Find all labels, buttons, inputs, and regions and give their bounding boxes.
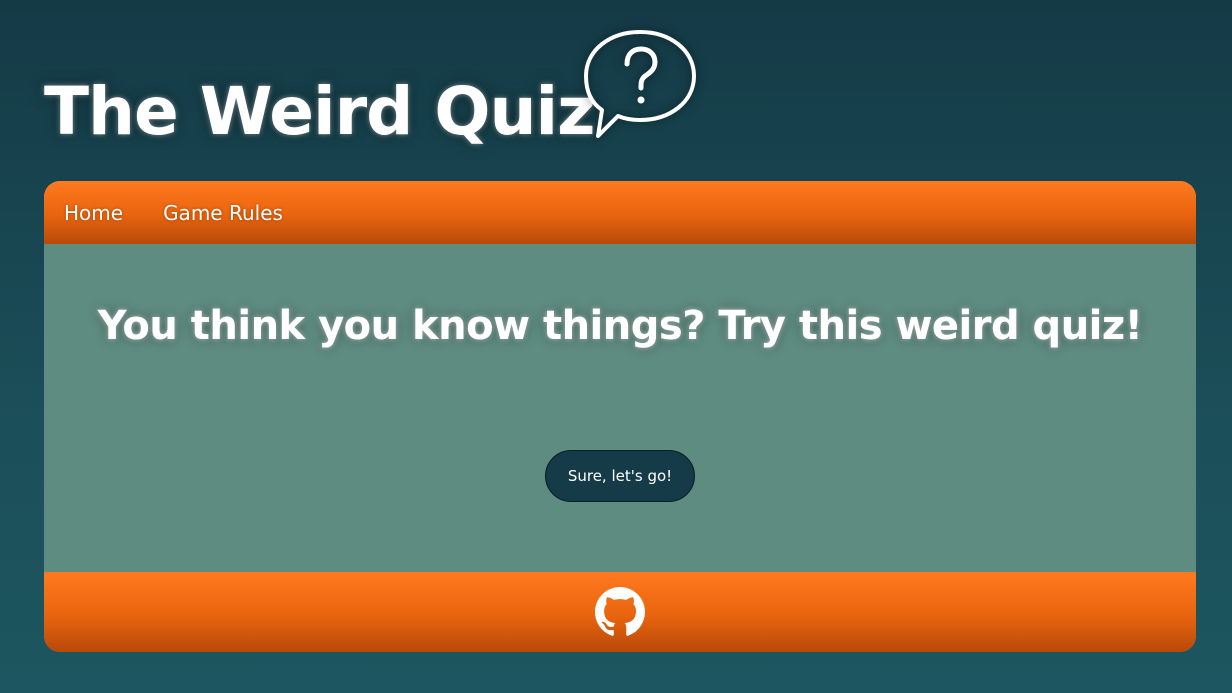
nav-home-link[interactable]: Home xyxy=(64,201,123,225)
site-header: The Weird Quiz xyxy=(44,22,764,162)
nav-game-rules-link[interactable]: Game Rules xyxy=(163,201,283,225)
site-title: The Weird Quiz xyxy=(44,73,595,150)
start-quiz-button[interactable]: Sure, let's go! xyxy=(545,450,695,502)
hero-heading: You think you know things? Try this weir… xyxy=(97,303,1143,349)
site-footer xyxy=(44,572,1196,652)
github-icon xyxy=(595,587,645,636)
main-nav: Home Game Rules xyxy=(44,181,1196,244)
main-content: You think you know things? Try this weir… xyxy=(44,244,1196,572)
github-link[interactable] xyxy=(595,587,645,637)
question-speech-bubble-icon xyxy=(584,30,696,138)
content-panel: Home Game Rules You think you know thing… xyxy=(44,181,1196,652)
